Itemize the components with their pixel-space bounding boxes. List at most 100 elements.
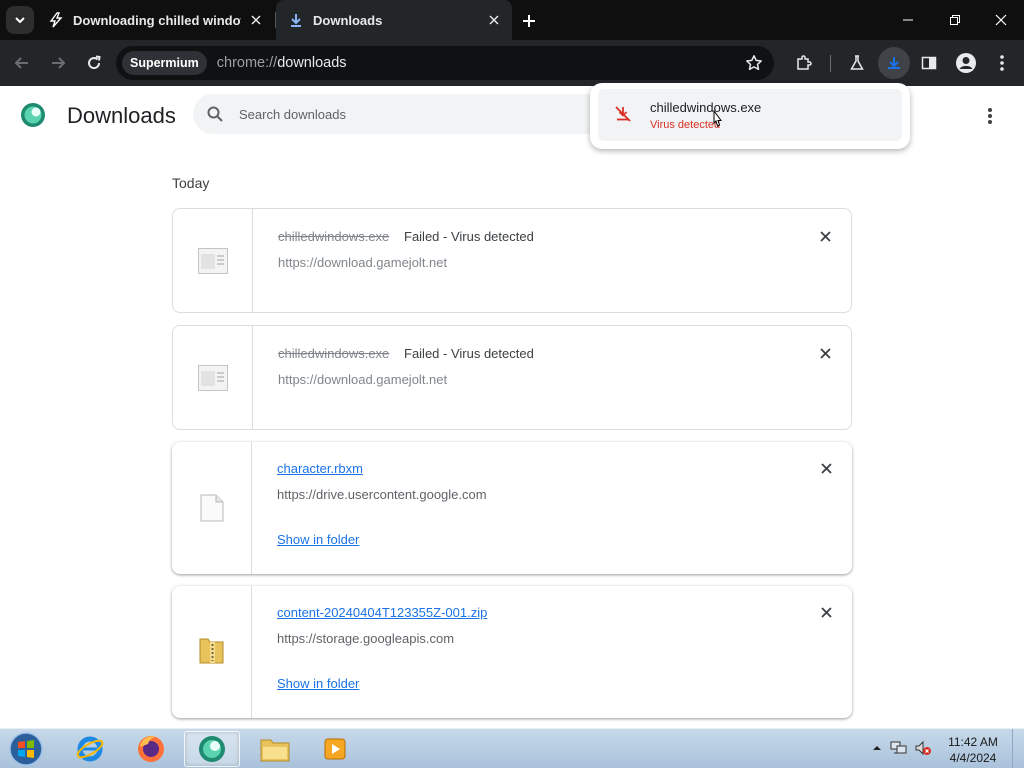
tab-downloading-chilled-windows[interactable]: Downloading chilled windows: [40, 0, 276, 40]
download-bubble-item[interactable]: chilledwindows.exe Virus detected: [598, 89, 902, 141]
close-window-button[interactable]: [978, 0, 1024, 40]
tab-title: Downloading chilled windows: [73, 12, 241, 28]
arrow-right-icon: [52, 57, 66, 69]
file-name: chilledwindows.exe: [278, 346, 390, 361]
browser-menu-button[interactable]: [988, 49, 1016, 77]
browser-toolbar: Supermium chrome://downloads: [0, 40, 1024, 86]
file-name: chilledwindows.exe: [278, 229, 390, 244]
new-tab-button[interactable]: [518, 10, 540, 32]
clock-time: 11:42 AM: [948, 735, 998, 749]
search-input[interactable]: [239, 106, 579, 122]
vertical-dots-icon: [1000, 55, 1004, 71]
tab-title: Downloads: [313, 12, 383, 28]
mouse-pointer-icon: [713, 110, 722, 127]
show-desktop-button[interactable]: [1012, 729, 1024, 768]
puzzle-icon: [797, 55, 812, 70]
restore-button[interactable]: [932, 0, 978, 40]
supermium-logo-icon: [20, 102, 46, 128]
tab-search-button[interactable]: [6, 6, 34, 34]
source-url[interactable]: https://download.gamejolt.net: [278, 372, 447, 387]
url-host: downloads: [277, 55, 347, 71]
side-panel-icon: [921, 56, 937, 70]
download-status: Failed - Virus detected: [404, 346, 534, 361]
zip-folder-icon: [196, 634, 228, 666]
download-status: Failed - Virus detected: [404, 229, 534, 244]
tab-bar: Downloading chilled windows Downloads: [0, 0, 1024, 40]
tab-downloads[interactable]: Downloads: [276, 0, 512, 40]
source-url[interactable]: https://drive.usercontent.google.com: [277, 487, 487, 502]
reload-button[interactable]: [80, 49, 108, 77]
blocked-file-icon: [197, 362, 229, 394]
forward-button[interactable]: [44, 49, 72, 77]
browser-chip[interactable]: Supermium: [122, 51, 207, 75]
file-name-link[interactable]: character.rbxm: [277, 461, 363, 476]
show-in-folder-link[interactable]: Show in folder: [277, 676, 359, 691]
remove-download-icon[interactable]: [817, 228, 833, 244]
remove-download-icon[interactable]: [818, 460, 834, 476]
start-button[interactable]: [6, 731, 46, 767]
clock-date: 4/4/2024: [949, 751, 997, 765]
toolbar-divider: [830, 55, 831, 72]
taskbar-file-explorer[interactable]: [247, 731, 303, 767]
document-file-icon: [196, 492, 228, 524]
windows-orb-icon: [9, 732, 43, 766]
taskbar-internet-explorer[interactable]: [62, 731, 118, 767]
internet-explorer-icon: [76, 736, 104, 762]
download-item: content-20240404T123355Z-001.zip https:/…: [172, 586, 852, 718]
remove-download-icon[interactable]: [817, 345, 833, 361]
date-section-label: Today: [172, 175, 210, 191]
chevron-up-icon: [873, 746, 881, 750]
labs-button[interactable]: [843, 49, 871, 77]
taskbar-media-player[interactable]: [308, 731, 364, 767]
source-url[interactable]: https://download.gamejolt.net: [278, 255, 447, 270]
restore-icon: [950, 15, 960, 25]
file-icon-column: [173, 209, 253, 312]
extensions-button[interactable]: [790, 49, 818, 77]
download-item: chilledwindows.exe Failed - Virus detect…: [172, 208, 852, 313]
bookmark-star-icon[interactable]: [742, 51, 766, 75]
download-icon: [288, 12, 304, 28]
minimize-button[interactable]: [885, 0, 931, 40]
address-bar[interactable]: Supermium chrome://downloads: [116, 46, 774, 80]
download-blocked-icon: [614, 105, 632, 123]
show-in-folder-link[interactable]: Show in folder: [277, 532, 359, 547]
file-icon-column: [172, 442, 252, 574]
more-actions-button[interactable]: [978, 104, 1002, 128]
side-panel-button[interactable]: [915, 49, 943, 77]
arrow-left-icon: [14, 57, 28, 69]
downloads-button[interactable]: [878, 47, 910, 79]
media-player-icon: [324, 738, 346, 760]
taskbar-firefox[interactable]: [123, 731, 179, 767]
search-box[interactable]: [193, 94, 613, 134]
taskbar-supermium[interactable]: [184, 731, 240, 767]
close-tab-icon[interactable]: [486, 12, 502, 28]
remove-download-icon[interactable]: [818, 604, 834, 620]
folder-icon: [260, 739, 290, 762]
back-button[interactable]: [8, 49, 36, 77]
plus-icon: [523, 15, 535, 27]
download-item: character.rbxm https://drive.usercontent…: [172, 442, 852, 574]
search-icon: [205, 104, 225, 124]
reload-icon: [88, 55, 101, 70]
volume-muted-icon[interactable]: [914, 739, 932, 757]
close-tab-icon[interactable]: [248, 12, 264, 28]
file-name-link[interactable]: content-20240404T123355Z-001.zip: [277, 605, 487, 620]
source-url[interactable]: https://storage.googleapis.com: [277, 631, 454, 646]
url-text[interactable]: chrome://downloads: [217, 55, 347, 71]
supermium-icon: [199, 736, 225, 762]
firefox-icon: [138, 736, 164, 762]
download-icon: [888, 57, 900, 69]
profile-button[interactable]: [952, 49, 980, 77]
file-icon-column: [173, 326, 253, 429]
show-hidden-icons[interactable]: [868, 739, 886, 757]
file-icon-column: [172, 586, 252, 718]
lightning-icon: [48, 12, 64, 28]
download-bubble: chilledwindows.exe Virus detected: [590, 83, 910, 149]
close-icon: [995, 14, 1007, 26]
network-icon[interactable]: [890, 739, 908, 757]
url-prefix: chrome://: [216, 55, 278, 71]
windows-taskbar: 11:42 AM 4/4/2024: [0, 728, 1024, 768]
download-item: chilledwindows.exe Failed - Virus detect…: [172, 325, 852, 430]
system-clock[interactable]: 11:42 AM 4/4/2024: [940, 734, 1006, 766]
flask-icon: [850, 55, 864, 70]
